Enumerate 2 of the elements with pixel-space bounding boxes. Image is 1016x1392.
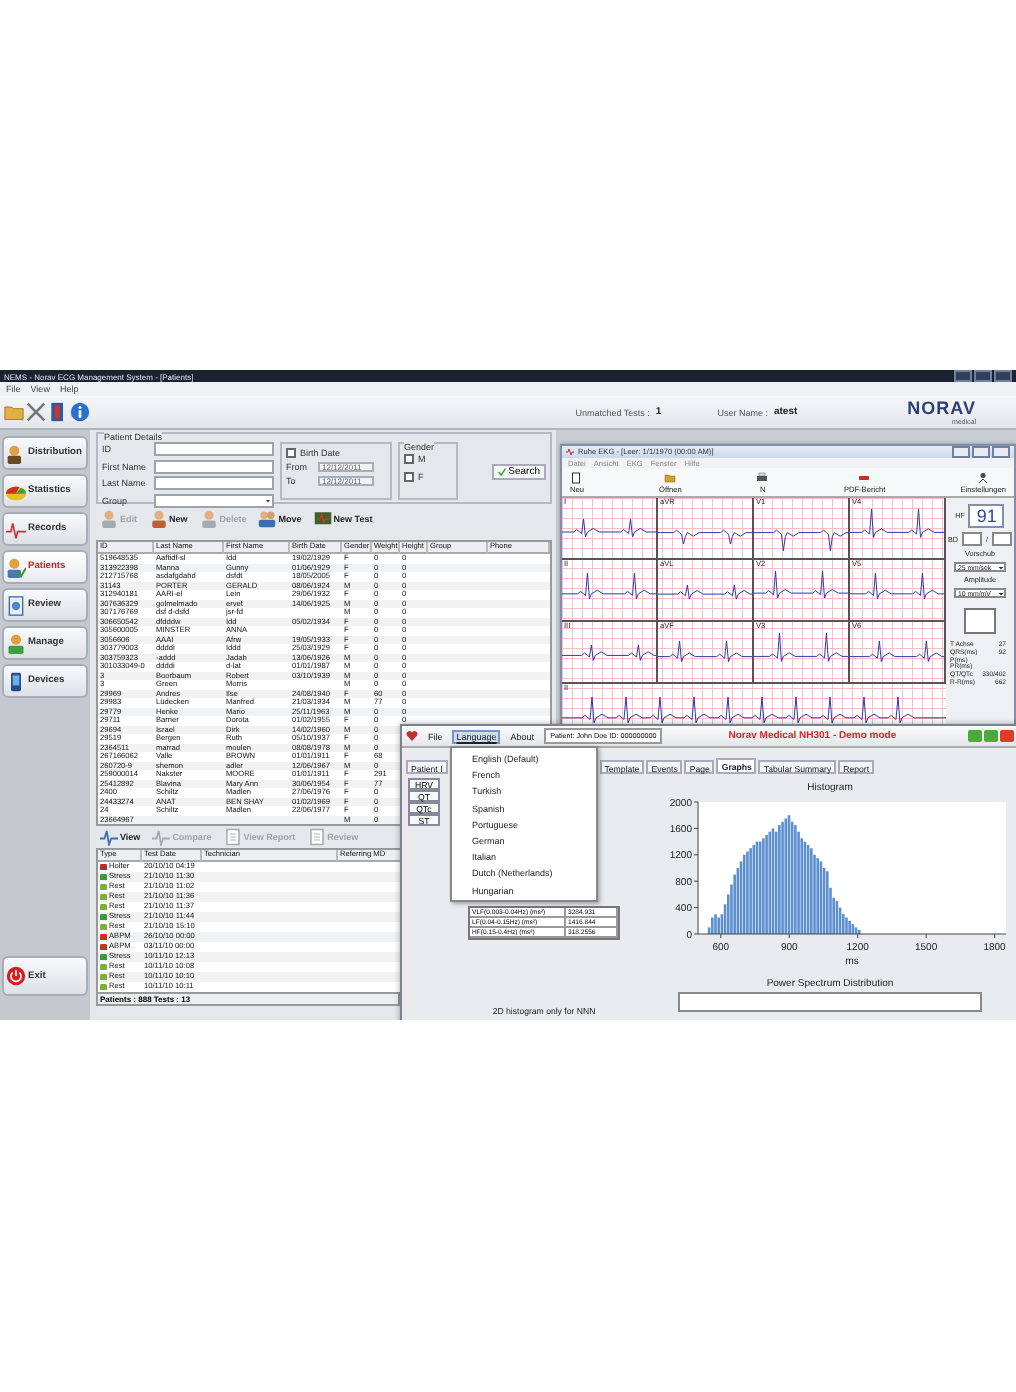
logo: NORAV: [907, 399, 976, 417]
heart-rate-value: 91: [968, 504, 1005, 528]
